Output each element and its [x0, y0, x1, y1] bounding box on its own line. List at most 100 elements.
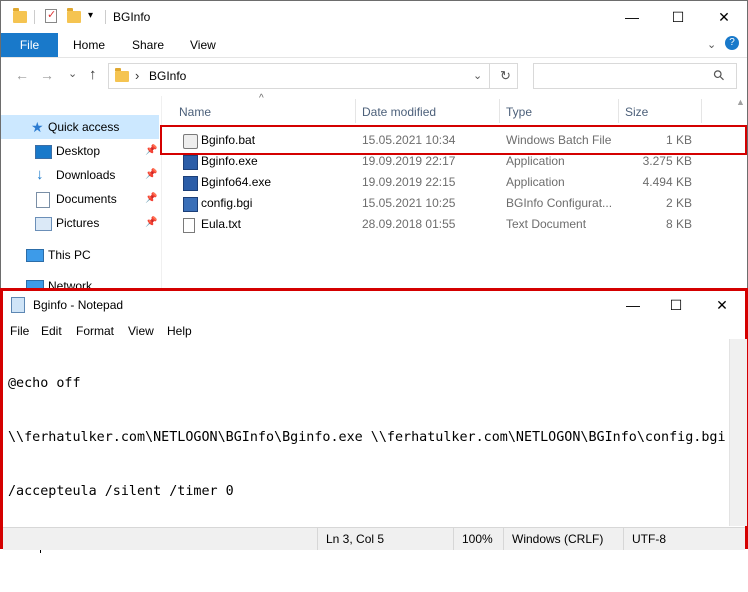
file-date: 15.05.2021 10:25 [362, 196, 456, 210]
file-type: Text Document [506, 217, 587, 231]
sidebar-item-this-pc[interactable]: This PC [1, 243, 159, 267]
table-row[interactable]: config.bgi 15.05.2021 10:25 BGInfo Confi… [169, 193, 717, 214]
text-file-icon [183, 218, 195, 233]
menu-help[interactable]: Help [167, 321, 192, 341]
application-icon [183, 176, 198, 191]
expand-ribbon-icon[interactable]: ⌄ [707, 38, 716, 51]
column-header-date-modified[interactable]: Date modified [362, 101, 436, 123]
status-position: Ln 3, Col 5 [317, 528, 453, 550]
vertical-scrollbar[interactable] [729, 339, 747, 526]
column-divider[interactable] [701, 99, 702, 123]
status-line-endings: Windows (CRLF) [503, 528, 623, 550]
tab-view[interactable]: View [190, 33, 216, 57]
help-icon[interactable]: ? [725, 36, 739, 50]
text-line: \\ferhatulker.com\NETLOGON\BGInfo\Bginfo… [8, 430, 726, 445]
sidebar-item-label: Documents [56, 192, 117, 206]
highlight-frame [160, 125, 747, 155]
notepad-icon [11, 297, 25, 313]
sidebar-item-downloads[interactable]: ↓ Downloads 📌 [1, 163, 159, 187]
sidebar-item-label: Desktop [56, 144, 101, 158]
qat-dropdown-icon[interactable]: ▾ [88, 10, 93, 21]
breadcrumb-bginfo[interactable]: BGInfo [149, 69, 186, 83]
search-input[interactable]: ⚲ [533, 63, 737, 89]
notepad-window: Bginfo - Notepad — ☐ ✕ File Edit Format … [0, 288, 748, 554]
file-size: 4.494 KB [642, 175, 692, 189]
file-type: BGInfo Configurat... [506, 196, 613, 210]
address-bar[interactable]: › BGInfo ⌄ ↻ [108, 63, 518, 89]
sidebar-item-label: Pictures [56, 216, 100, 230]
address-dropdown-icon[interactable]: ⌄ [473, 69, 482, 82]
file-size: 2 KB [665, 196, 692, 210]
pin-icon[interactable]: 📌 [145, 187, 157, 211]
refresh-icon[interactable]: ↻ [500, 68, 511, 84]
column-header-size[interactable]: Size [625, 101, 648, 123]
table-row[interactable]: Bginfo64.exe 19.09.2019 22:15 Applicatio… [169, 172, 717, 193]
window-title: Bginfo - Notepad [33, 298, 124, 312]
column-divider[interactable] [355, 99, 356, 123]
breadcrumb-separator: › [135, 68, 140, 83]
folder-icon [115, 68, 129, 82]
menu-format[interactable]: Format [76, 321, 114, 341]
minimize-button[interactable]: — [610, 291, 656, 319]
close-button[interactable]: ✕ [701, 1, 747, 33]
desktop-icon [35, 145, 52, 159]
file-name: config.bgi [201, 196, 253, 210]
folder-icon [13, 8, 27, 23]
pin-icon[interactable]: 📌 [145, 163, 157, 187]
star-icon: ★ [31, 119, 44, 135]
sidebar-item-label: Downloads [56, 168, 116, 182]
text-editor[interactable]: @echo off \\ferhatulker.com\NETLOGON\BGI… [8, 339, 728, 592]
file-date: 28.09.2018 01:55 [362, 217, 456, 231]
back-icon[interactable]: ← [15, 67, 29, 83]
up-icon[interactable]: ↑ [89, 66, 97, 83]
sidebar-item-desktop[interactable]: Desktop 📌 [1, 139, 159, 163]
column-divider[interactable] [499, 99, 500, 123]
column-header-name[interactable]: Name [179, 101, 211, 123]
properties-icon[interactable]: ✓ [45, 9, 57, 23]
minimize-button[interactable]: — [609, 1, 655, 33]
column-divider[interactable] [618, 99, 619, 123]
documents-icon [36, 192, 50, 208]
sidebar-item-documents[interactable]: Documents 📌 [1, 187, 159, 211]
table-row[interactable]: Eula.txt 28.09.2018 01:55 Text Document … [169, 214, 717, 235]
toolbar-divider [105, 10, 106, 24]
file-size: 8 KB [665, 217, 692, 231]
pin-icon[interactable]: 📌 [145, 139, 157, 163]
divider [489, 64, 490, 88]
recent-locations-icon[interactable]: ⌄ [68, 67, 77, 80]
sidebar-item-pictures[interactable]: Pictures 📌 [1, 211, 159, 235]
menu-file[interactable]: File [10, 321, 29, 341]
status-bar: Ln 3, Col 5 100% Windows (CRLF) UTF-8 [3, 527, 745, 550]
pin-icon[interactable]: 📌 [145, 211, 157, 235]
status-encoding: UTF-8 [623, 528, 729, 550]
menu-view[interactable]: View [128, 321, 154, 341]
tab-home[interactable]: Home [73, 33, 105, 57]
download-icon: ↓ [36, 166, 44, 183]
sort-ascending-icon: ^ [259, 93, 264, 104]
search-icon: ⚲ [709, 65, 729, 85]
menu-edit[interactable]: Edit [41, 321, 62, 341]
maximize-button[interactable]: ☐ [653, 291, 699, 319]
sidebar-item-label: This PC [48, 248, 91, 262]
window-title: BGInfo [113, 10, 151, 24]
tab-file[interactable]: File [1, 33, 58, 57]
scroll-up-icon[interactable]: ▲ [734, 97, 747, 111]
file-name: Eula.txt [201, 217, 242, 231]
application-icon [183, 155, 198, 170]
file-date: 19.09.2019 22:15 [362, 175, 456, 189]
tab-share[interactable]: Share [132, 33, 164, 57]
column-header-type[interactable]: Type [506, 101, 532, 123]
file-type: Application [506, 175, 565, 189]
close-button[interactable]: ✕ [699, 291, 745, 319]
new-folder-icon[interactable] [67, 8, 81, 23]
text-line: /accepteula /silent /timer 0 [8, 484, 234, 499]
sidebar-item-quick-access[interactable]: ★ Quick access [1, 115, 159, 139]
sidebar-item-label: Quick access [48, 120, 120, 134]
file-name: Bginfo64.exe [201, 175, 272, 189]
forward-icon[interactable]: → [40, 67, 54, 83]
navigation-pane: ★ Quick access Desktop 📌 ↓ Downloads 📌 D… [1, 96, 161, 296]
config-file-icon [183, 197, 198, 212]
computer-icon [26, 249, 44, 262]
maximize-button[interactable]: ☐ [655, 1, 701, 33]
toolbar-divider [34, 10, 35, 24]
